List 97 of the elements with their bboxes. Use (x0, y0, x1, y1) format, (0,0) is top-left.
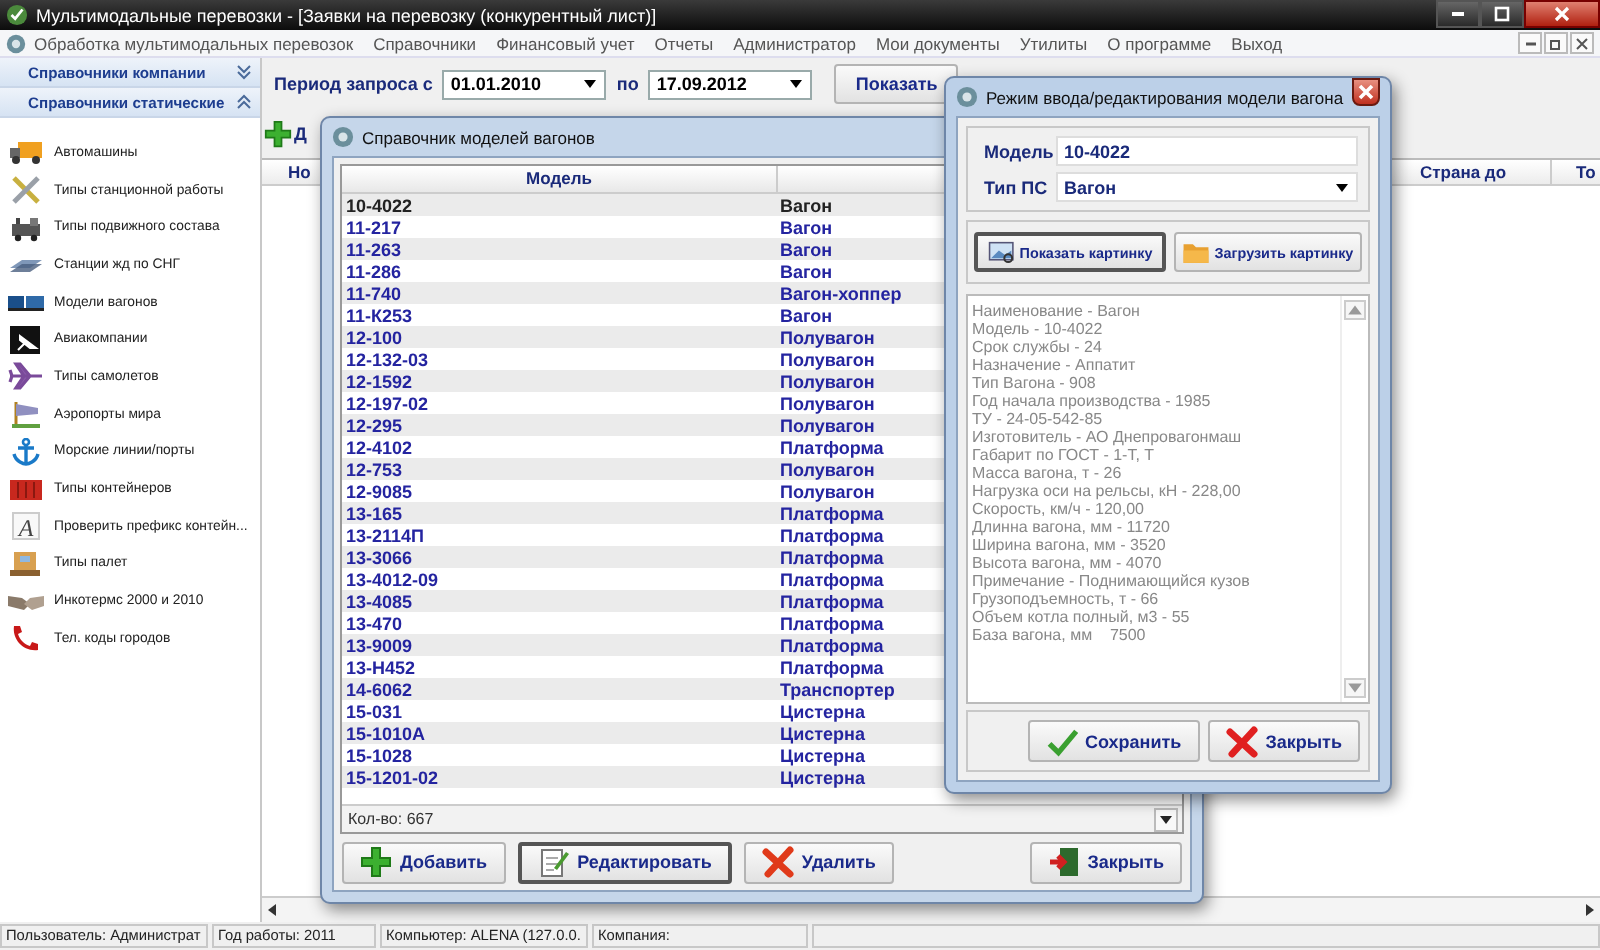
menu-item[interactable]: Обработка мультимодальных перевозок (34, 33, 354, 53)
save-button[interactable]: Сохранить (1027, 720, 1200, 762)
table-cell-text: 13-9009 (344, 635, 415, 655)
table-cell-text: Платформа (778, 525, 884, 545)
date-field[interactable]: 17.09.2012 (648, 69, 813, 99)
table-cell-text: Платформа (778, 657, 884, 677)
table-cell-text: 12-132-03 (344, 349, 431, 369)
table-cell-text: Цистерна (778, 701, 865, 721)
detail-line: Габарит по ГОСТ - 1-Т, Т (972, 446, 1157, 464)
detail-line: Модель - 10-4022 (972, 320, 1105, 338)
table-cell-text: Транспортер (778, 679, 895, 699)
table-cell-text: Платформа (778, 613, 884, 633)
menu-item[interactable]: Администратор (733, 33, 856, 53)
table-cell-text: Вагон (778, 261, 833, 281)
table-cell-text: Цистерна (778, 723, 865, 743)
table-cell-text: 12-1592 (344, 371, 415, 391)
add-button[interactable]: Добавить (342, 841, 506, 883)
table-cell-text: Цистерна (778, 767, 865, 787)
record-count: Кол-во: 667 (346, 810, 434, 828)
table-cell-text: Полувагон (778, 415, 875, 435)
detail-line: Скорость, км/ч - 120,00 (972, 500, 1146, 518)
window-title: Мультимодальные перевозки - [Заявки на перевозку (конкурентный лист)] (36, 5, 657, 25)
menu-item[interactable]: Финансовый учет (496, 33, 635, 53)
table-cell-text: 15-1010А (344, 723, 428, 743)
table-cell-text: 13-470 (344, 613, 405, 633)
table-cell-text: 12-9085 (344, 481, 415, 501)
table-cell-text: Платформа (778, 437, 884, 457)
table-cell-text: Полувагон (778, 349, 875, 369)
detail-line: Масса вагона, т - 26 (972, 464, 1124, 482)
table-cell-text: 13-4085 (344, 591, 415, 611)
table-cell-text: Полувагон (778, 481, 875, 501)
field-label: Модель (982, 141, 1056, 161)
table-cell-text: 13-3066 (344, 547, 415, 567)
menu-item[interactable]: Мои документы (875, 33, 1000, 53)
table-cell-text: Цистерна (778, 745, 865, 765)
dialog-title: Режим ввода/редактирования модели вагона (986, 87, 1344, 107)
table-cell-text: 11-263 (344, 239, 404, 259)
detail-line: Грузоподъемность, т - 66 (972, 590, 1161, 608)
table-cell-text: 13-2114П (344, 525, 427, 545)
table-cell-text: Платформа (778, 503, 884, 523)
detail-line: Назначение - Аппатит (972, 356, 1138, 374)
detail-line: ТУ - 24-05-542-85 (972, 410, 1105, 428)
table-cell-text: 12-4102 (344, 437, 415, 457)
table-cell-text: Полувагон (778, 371, 875, 391)
table-cell-text: 13-Н452 (344, 657, 418, 677)
letter-icon: A (12, 512, 40, 541)
table-cell-text: Полувагон (778, 459, 875, 479)
table-cell-text: Вагон (778, 239, 833, 259)
detail-line: Наименование - Вагон (972, 302, 1142, 320)
table-cell-text: 11-К253 (344, 305, 415, 325)
field-label: Тип ПС (982, 177, 1050, 197)
table-cell-text: 13-4012-09 (344, 569, 441, 589)
table-cell-text: Полувагон (778, 327, 875, 347)
table-cell-text: 14-6062 (344, 679, 415, 699)
menu-item[interactable]: Справочники (373, 33, 477, 53)
input-field[interactable]: 10-4022 (1056, 136, 1358, 166)
table-cell-text: 15-1201-02 (344, 767, 441, 787)
detail-line: Длинна вагона, мм - 11720 (972, 518, 1172, 536)
to-label: по (616, 74, 639, 94)
period-label: Период запроса с (274, 74, 433, 94)
table-cell-text: 15-1028 (344, 745, 415, 765)
column-header[interactable]: Модель (342, 166, 778, 192)
dialog-title: Справочник моделей вагонов (362, 127, 595, 147)
table-cell-text: Вагон (778, 195, 833, 215)
table-cell-text: 15-031 (344, 701, 405, 721)
table-cell-text: Платформа (778, 547, 884, 567)
menu-item[interactable]: Отчеты (654, 33, 714, 53)
menu-item[interactable]: О программе (1107, 33, 1212, 53)
menu-item[interactable]: Утилиты (1019, 33, 1088, 53)
table-cell-text: Вагон (778, 217, 833, 237)
table-cell-text: Полувагон (778, 393, 875, 413)
date-field[interactable]: 01.01.2010 (442, 69, 607, 99)
edit-button[interactable]: Редактировать (517, 841, 732, 883)
table-cell-text: 11-286 (344, 261, 404, 281)
show-button[interactable]: Показать (834, 64, 959, 104)
table-cell-text: 12-753 (344, 459, 405, 479)
column-header[interactable]: То (1552, 160, 1596, 184)
table-cell-text: Вагон (778, 305, 833, 325)
table-cell-text: 12-197-02 (344, 393, 431, 413)
table-cell-text: 12-100 (344, 327, 405, 347)
table-cell-text: 11-217 (344, 217, 404, 237)
delete-button[interactable]: Удалить (743, 841, 894, 883)
toolbar-button[interactable]: Д (294, 124, 307, 144)
table-cell-text: Платформа (778, 635, 884, 655)
table-cell-text: 11-740 (344, 283, 404, 303)
close-button[interactable]: Закрыть (1207, 720, 1360, 762)
detail-line: Высота вагона, мм - 4070 (972, 554, 1164, 572)
close-button[interactable]: Закрыть (1029, 841, 1182, 883)
table-cell-text: 13-165 (344, 503, 405, 523)
table-cell-text: 12-295 (344, 415, 405, 435)
menu-item[interactable]: Выход (1231, 33, 1283, 53)
table-cell-text: Платформа (778, 569, 884, 589)
dropdown-field[interactable]: Вагон (1056, 172, 1358, 202)
table-cell-text: Вагон-хоппер (778, 283, 902, 303)
table-cell-text: Платформа (778, 591, 884, 611)
detail-line: Тип Вагона - 908 (972, 374, 1098, 392)
table-cell-text: 10-4022 (344, 195, 415, 215)
